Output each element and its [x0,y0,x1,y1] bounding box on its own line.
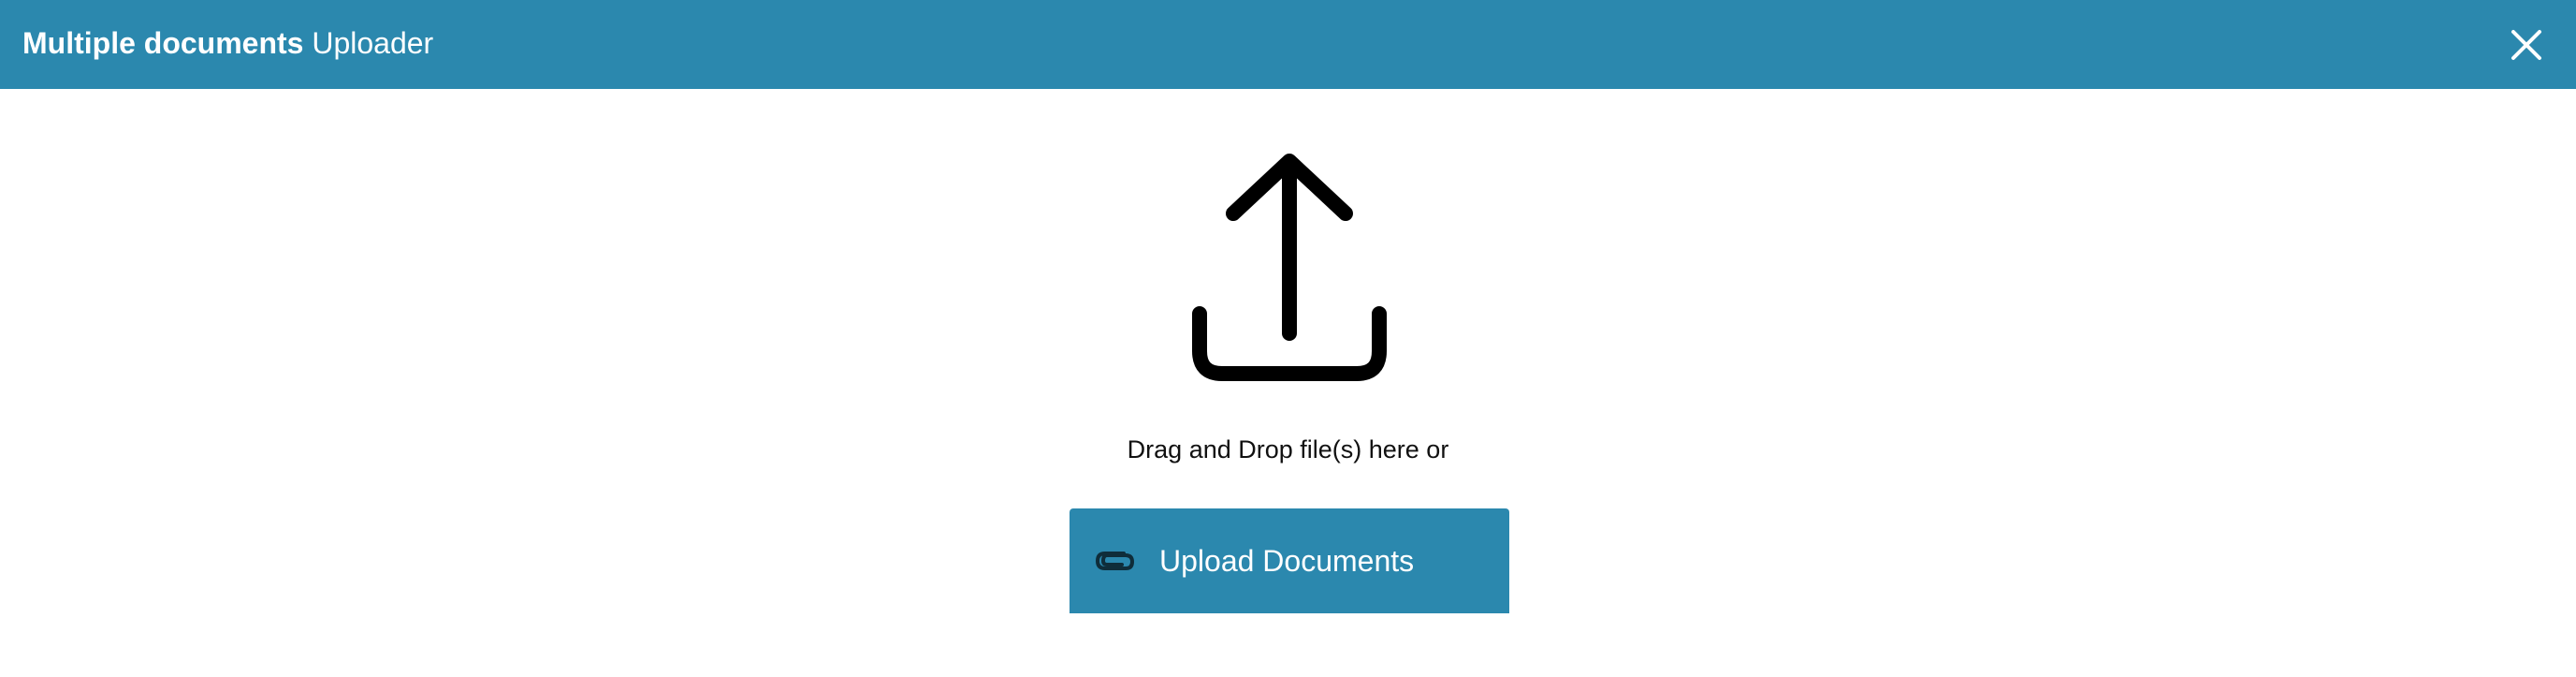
upload-documents-button[interactable]: Upload Documents [1070,508,1509,613]
upload-documents-label: Upload Documents [1159,544,1415,578]
upload-icon [1186,150,1392,393]
paperclip-icon [1092,542,1137,580]
title-light-text: Uploader [312,26,434,60]
title-bold-text: Multiple documents [22,26,304,60]
dialog-header: Multiple documents Uploader [0,0,2576,89]
close-button[interactable] [2500,19,2553,71]
close-icon [2511,30,2541,60]
dialog-title: Multiple documents Uploader [22,0,433,89]
drag-drop-instruction: Drag and Drop file(s) here or [1127,435,1449,464]
document-uploader-dialog: Multiple documents Uploader Drag and Dro… [0,0,2576,677]
